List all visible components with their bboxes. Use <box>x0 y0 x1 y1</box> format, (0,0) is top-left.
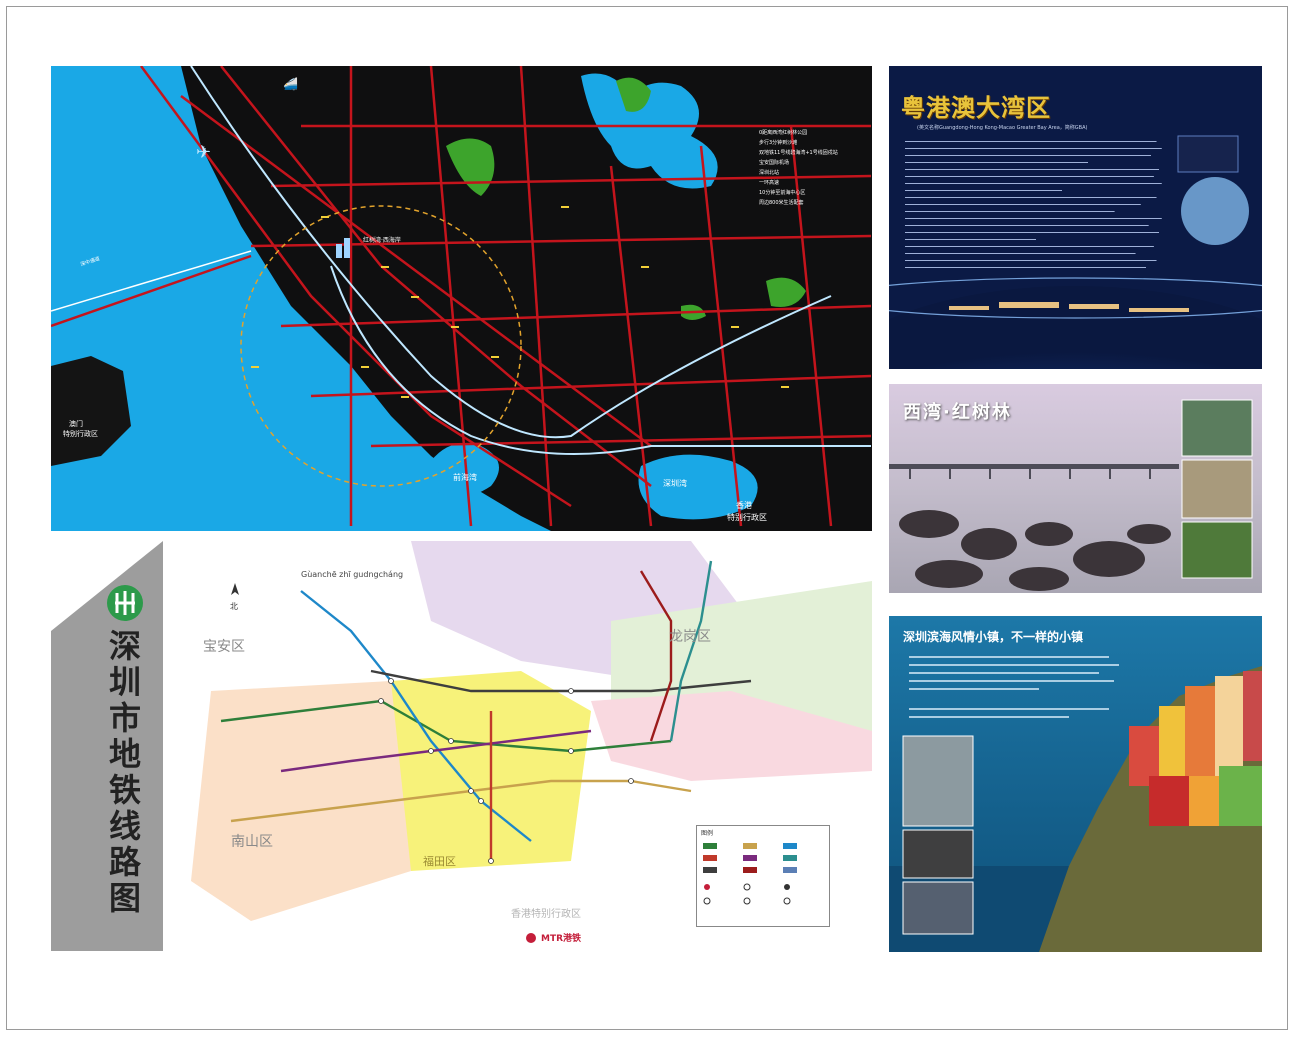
bay-body-text <box>905 138 1167 271</box>
town-title: 深圳滨海风情小镇，不一样的小镇 <box>903 630 1084 644</box>
feature-item: 双地铁11号线碧海湾+1号线固戍站 <box>759 149 838 156</box>
metro-logo-icon <box>107 585 143 621</box>
project-building-icon <box>336 244 342 258</box>
metro-title-char: 圳 <box>108 663 141 701</box>
feature-item: 10分钟至前海中心区 <box>759 189 805 196</box>
district-nanshan-label: 南山区 <box>231 834 273 850</box>
inset-photo-street <box>902 829 974 879</box>
qianhai-bay-label: 前海湾 <box>453 472 477 482</box>
zone-nanshan <box>191 681 411 921</box>
seaside-town-panel: 深圳滨海风情小镇，不一样的小镇 <box>889 616 1262 952</box>
metro-title-char: 地 <box>108 735 141 773</box>
metro-title-char: 路 <box>108 843 141 881</box>
bay-title: 粤港澳大湾区 <box>901 94 1051 122</box>
project-building-icon-2 <box>344 238 350 258</box>
town-photo <box>889 616 1262 952</box>
legend-swatches <box>703 843 797 905</box>
metro-title: 深 圳 市 地 铁 线 路 图 <box>105 628 145 916</box>
macau-label: 澳门 <box>69 419 83 428</box>
district-baoan-label: 宝安区 <box>203 639 245 655</box>
airport-icon: ✈ <box>196 142 211 163</box>
north-label: 北 <box>230 602 238 611</box>
district-futian-label: 福田区 <box>423 854 456 868</box>
inset-photo-plaza <box>1181 459 1253 519</box>
project-label: 红树湾·西海岸 <box>363 236 401 244</box>
mangrove-title: 西湾·红树林 <box>903 402 1012 423</box>
hk-region-label: 香港特别行政区 <box>511 907 581 920</box>
hk-label: 香港 <box>736 500 752 510</box>
metro-title-char: 图 <box>108 879 141 917</box>
inset-photo-plaza <box>902 881 974 935</box>
feature-item: 一环高速 <box>759 179 779 186</box>
mtr-logo-icon <box>526 933 536 943</box>
pinyin-label: Gùanchē zhī gudngcháng <box>301 570 403 579</box>
legend-title: 图例 <box>701 830 714 837</box>
metro-title-char: 市 <box>108 699 141 737</box>
train-icon: 🚄 <box>283 77 298 91</box>
sea-bridge <box>889 464 1179 469</box>
gba-inset-photo <box>1177 135 1239 173</box>
north-arrow-icon <box>231 583 239 595</box>
feature-item: 周边800米生活配套 <box>759 199 804 206</box>
district-longgang-label: 龙岗区 <box>669 629 711 645</box>
shenzhen-bay-label: 深圳湾 <box>663 478 687 488</box>
greater-bay-area-panel: 粤港澳大湾区 (英文名称Guangdong-Hong Kong-Macao Gr… <box>889 66 1262 369</box>
mtr-label: MTR港铁 <box>541 932 581 944</box>
map-canvas: ✈ 🚄 红树湾·西海岸 深中通道 澳门 特别行政区 前海湾 深圳湾 香港 特别行… <box>51 66 872 531</box>
district-location-map: ✈ 🚄 红树湾·西海岸 深中通道 澳门 特别行政区 前海湾 深圳湾 香港 特别行… <box>51 66 872 531</box>
bay-subtitle: (英文名称Guangdong-Hong Kong-Macao Greater B… <box>917 125 1088 131</box>
metro-map-panel: 宝安区 龙岗区 南山区 福田区 香港特别行政区 Gùanchē zhī gudn… <box>51 541 872 951</box>
metro-legend: 图例 <box>696 825 830 927</box>
feature-item: 0距离西湾红树林公园 <box>759 129 807 136</box>
metro-title-char: 深 <box>108 627 141 665</box>
feature-item: 步行3分钟到沙滩 <box>759 139 797 146</box>
mangrove-panel: 西湾·红树林 <box>889 384 1262 593</box>
metro-title-char: 铁 <box>108 771 141 809</box>
hk-label-2: 特别行政区 <box>727 512 767 522</box>
inset-photo-palms <box>1181 399 1253 457</box>
metro-title-char: 线 <box>108 807 141 845</box>
macau-label-2: 特别行政区 <box>63 429 98 438</box>
feature-item: 深圳北站 <box>759 169 779 176</box>
gba-map-graphic <box>1181 177 1249 245</box>
inset-photo-lawn <box>1181 521 1253 579</box>
inset-photo-aerial <box>902 735 974 827</box>
feature-item: 宝安国际机场 <box>759 159 789 166</box>
